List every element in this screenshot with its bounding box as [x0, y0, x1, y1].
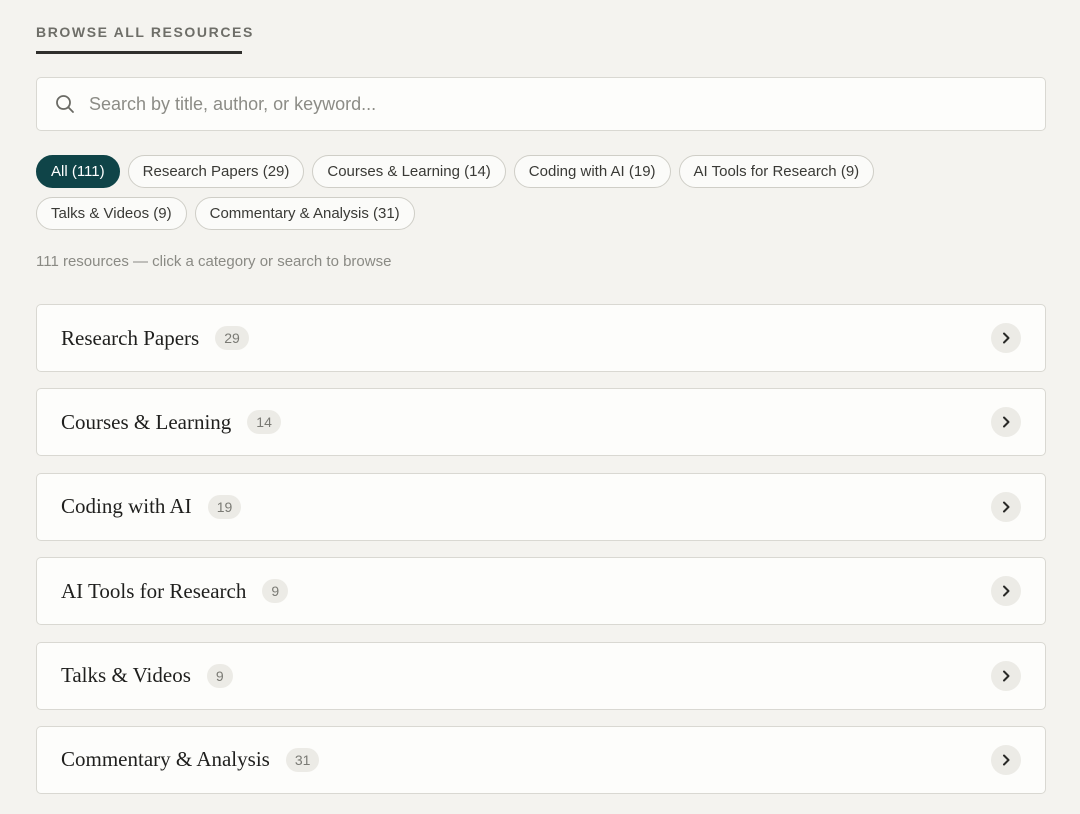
count-badge: 9	[262, 579, 289, 604]
category-title: AI Tools for Research	[61, 578, 247, 603]
filter-chip-commentary-analysis[interactable]: Commentary & Analysis (31)	[194, 197, 415, 230]
filter-chip-research-papers[interactable]: Research Papers (29)	[127, 155, 305, 188]
results-summary: 111 resources — click a category or sear…	[36, 253, 392, 270]
category-card-courses-learning[interactable]: Courses & Learning 14	[36, 388, 1046, 457]
category-title: Commentary & Analysis	[61, 747, 270, 772]
filter-chip-ai-tools-research[interactable]: AI Tools for Research (9)	[678, 155, 875, 188]
chevron-right-icon[interactable]	[991, 576, 1021, 607]
search-box[interactable]	[36, 77, 1046, 131]
chevron-right-icon[interactable]	[991, 491, 1021, 522]
count-badge: 14	[247, 410, 281, 435]
filter-row: All (111) Research Papers (29) Courses &…	[36, 155, 1046, 188]
count-badge: 29	[215, 326, 249, 350]
filter-chip-talks-videos[interactable]: Talks & Videos (9)	[36, 197, 187, 230]
chevron-right-icon[interactable]	[991, 744, 1021, 775]
search-input[interactable]	[89, 93, 1045, 115]
count-badge: 19	[207, 494, 242, 519]
category-card-coding-with-ai[interactable]: Coding with AI 19	[36, 472, 1046, 541]
chevron-right-icon[interactable]	[991, 407, 1021, 438]
filter-chip-all[interactable]: All (111)	[36, 155, 120, 188]
count-badge: 31	[285, 747, 320, 772]
category-filters: All (111) Research Papers (29) Courses &…	[36, 155, 1046, 239]
chevron-right-icon[interactable]	[991, 323, 1021, 353]
category-card-ai-tools-research[interactable]: AI Tools for Research 9	[36, 557, 1046, 626]
filter-row: Talks & Videos (9) Commentary & Analysis…	[36, 197, 1046, 230]
count-badge: 9	[206, 663, 233, 688]
search-icon	[55, 94, 75, 114]
category-title: Courses & Learning	[61, 409, 232, 434]
filter-chip-coding-with-ai[interactable]: Coding with AI (19)	[513, 155, 671, 188]
filter-chip-courses-learning[interactable]: Courses & Learning (14)	[312, 155, 506, 188]
category-title: Talks & Videos	[61, 663, 191, 688]
category-title: Coding with AI	[61, 494, 192, 519]
category-card-research-papers[interactable]: Research Papers 29	[36, 304, 1046, 372]
category-card-commentary-analysis[interactable]: Commentary & Analysis 31	[36, 725, 1046, 794]
chevron-right-icon[interactable]	[991, 660, 1021, 691]
section-title: BROWSE ALL RESOURCES	[36, 24, 252, 54]
category-card-talks-videos[interactable]: Talks & Videos 9	[36, 641, 1046, 710]
category-title: Research Papers	[61, 325, 200, 350]
category-list: Research Papers 29 Courses & Learning 14…	[36, 304, 1046, 810]
